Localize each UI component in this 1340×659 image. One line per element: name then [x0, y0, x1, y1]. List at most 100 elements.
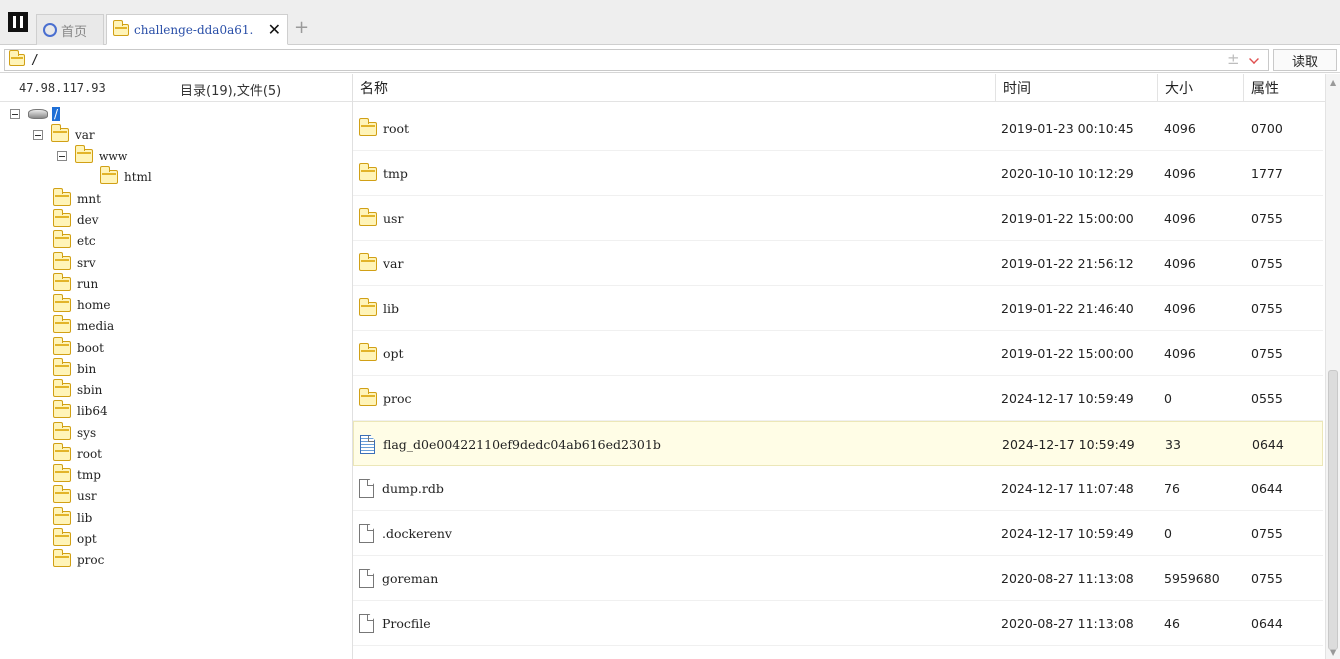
- tree-node-proc[interactable]: proc: [52, 549, 105, 569]
- file-icon: [359, 569, 374, 588]
- folder-icon: [358, 387, 377, 406]
- tree-node-root-dir[interactable]: root: [52, 443, 102, 463]
- file-size: 0: [1164, 526, 1172, 541]
- table-row[interactable]: dump.rdb 2024-12-17 11:07:48 76 0644: [353, 466, 1323, 511]
- file-name: goreman: [382, 571, 439, 586]
- file-name: dump.rdb: [382, 481, 444, 496]
- tree-node-label: lib64: [77, 404, 108, 418]
- folder-icon: [52, 507, 71, 525]
- tree-node-tmp[interactable]: tmp: [52, 464, 101, 484]
- file-size: 46: [1164, 616, 1180, 631]
- column-header-size[interactable]: 大小: [1158, 74, 1244, 102]
- vertical-scrollbar[interactable]: ▲ ▼: [1325, 74, 1340, 659]
- tree-node-label: proc: [77, 553, 105, 567]
- folder-icon: [52, 273, 71, 291]
- tree-node-lib[interactable]: lib: [52, 507, 93, 527]
- table-row[interactable]: opt 2019-01-22 15:00:00 4096 0755: [353, 331, 1323, 376]
- tree-node-label: srv: [77, 256, 96, 270]
- file-time: 2024-12-17 10:59:49: [1001, 526, 1134, 541]
- folder-icon: [52, 358, 71, 376]
- tree-node-html[interactable]: html: [99, 166, 152, 186]
- close-tab-icon[interactable]: ✕: [268, 20, 281, 39]
- folder-icon: [52, 337, 71, 355]
- folder-icon: [52, 188, 71, 206]
- folder-icon: [52, 528, 71, 546]
- tree-node-sbin[interactable]: sbin: [52, 379, 102, 399]
- tree-node-label: bin: [77, 362, 97, 376]
- table-row[interactable]: goreman 2020-08-27 11:13:08 5959680 0755: [353, 556, 1323, 601]
- tree-node-boot[interactable]: boot: [52, 337, 104, 357]
- plus-minus-icon[interactable]: ±: [1227, 50, 1240, 68]
- folder-icon: [52, 422, 71, 440]
- tree-node-label: opt: [77, 532, 97, 546]
- file-time: 2020-08-27 11:13:08: [1001, 571, 1134, 586]
- file-list: root 2019-01-23 00:10:45 4096 0700 tmp 2…: [353, 106, 1323, 659]
- tree-node-etc[interactable]: etc: [52, 230, 96, 250]
- file-name: flag_d0e00422110ef9dedc04ab616ed2301b: [383, 437, 661, 452]
- tree-node-www[interactable]: www: [57, 145, 127, 165]
- host-address: 47.98.117.93: [19, 81, 106, 95]
- tree-node-home[interactable]: home: [52, 294, 111, 314]
- add-tab-button[interactable]: +: [294, 17, 309, 38]
- text-file-icon: [360, 435, 375, 454]
- folder-icon: [52, 209, 71, 227]
- file-name: root: [383, 121, 410, 136]
- app-logo-icon[interactable]: [8, 12, 28, 32]
- file-time: 2019-01-22 15:00:00: [1001, 211, 1134, 226]
- file-attr: 0755: [1251, 526, 1283, 541]
- tree-node-label: home: [77, 298, 111, 312]
- tree-node-lib64[interactable]: lib64: [52, 400, 108, 420]
- table-row[interactable]: .dockerenv 2024-12-17 10:59:49 0 0755: [353, 511, 1323, 556]
- tree-node-label: run: [77, 277, 99, 291]
- table-row[interactable]: lib 2019-01-22 21:46:40 4096 0755: [353, 286, 1323, 331]
- folder-icon: [99, 166, 118, 184]
- tab-challenge[interactable]: challenge-dda0a61. ✕: [106, 14, 288, 45]
- tree-node-srv[interactable]: srv: [52, 252, 96, 272]
- tab-home-label: 首页: [61, 24, 88, 40]
- scroll-up-icon[interactable]: ▲: [1330, 78, 1336, 87]
- tree-node-label: sys: [77, 426, 97, 440]
- tree-node-bin[interactable]: bin: [52, 358, 97, 378]
- tree-node-root[interactable]: /: [10, 105, 61, 123]
- tab-bar: 首页 challenge-dda0a61. ✕ +: [0, 0, 1340, 45]
- tree-node-label: lib: [77, 511, 93, 525]
- file-icon: [359, 614, 374, 633]
- tree-node-media[interactable]: media: [52, 315, 115, 335]
- tree-node-dev[interactable]: dev: [52, 209, 99, 229]
- tree-node-usr[interactable]: usr: [52, 485, 97, 505]
- scroll-down-icon[interactable]: ▼: [1330, 648, 1336, 657]
- tree-node-sys[interactable]: sys: [52, 422, 97, 442]
- table-row[interactable]: proc 2024-12-17 10:59:49 0 0555: [353, 376, 1323, 421]
- tree-node-var[interactable]: var: [33, 124, 95, 144]
- table-row[interactable]: tmp 2020-10-10 10:12:29 4096 1777: [353, 151, 1323, 196]
- tree-node-label: media: [77, 319, 115, 333]
- folder-icon: [52, 400, 71, 418]
- collapse-icon[interactable]: [10, 109, 20, 119]
- file-attr: 0755: [1251, 301, 1283, 316]
- address-bar: / ± 读取: [0, 46, 1340, 73]
- file-name: tmp: [383, 166, 408, 181]
- tree-node-opt[interactable]: opt: [52, 528, 97, 548]
- file-attr: 0755: [1251, 211, 1283, 226]
- tree-node-mnt[interactable]: mnt: [52, 188, 101, 208]
- table-row[interactable]: root 2019-01-23 00:10:45 4096 0700: [353, 106, 1323, 151]
- table-row[interactable]: var 2019-01-22 21:56:12 4096 0755: [353, 241, 1323, 286]
- file-name: Procfile: [382, 616, 431, 631]
- file-size: 4096: [1164, 166, 1196, 181]
- tab-home[interactable]: 首页: [36, 14, 104, 45]
- path-input[interactable]: /: [4, 49, 1269, 71]
- column-header-attr[interactable]: 属性: [1244, 74, 1325, 102]
- table-row[interactable]: usr 2019-01-22 15:00:00 4096 0755: [353, 196, 1323, 241]
- file-attr: 0755: [1251, 571, 1283, 586]
- collapse-icon[interactable]: [33, 130, 43, 140]
- tree-node-run[interactable]: run: [52, 273, 99, 293]
- read-button[interactable]: 读取: [1273, 49, 1337, 71]
- collapse-icon[interactable]: [57, 151, 67, 161]
- file-size: 76: [1164, 481, 1180, 496]
- column-header-time[interactable]: 时间: [996, 74, 1158, 102]
- table-row-selected[interactable]: flag_d0e00422110ef9dedc04ab616ed2301b 20…: [353, 421, 1323, 466]
- table-row[interactable]: Procfile 2020-08-27 11:13:08 46 0644: [353, 601, 1323, 646]
- column-header-name[interactable]: 名称: [353, 74, 996, 102]
- file-size: 4096: [1164, 121, 1196, 136]
- scrollbar-thumb[interactable]: [1328, 370, 1338, 650]
